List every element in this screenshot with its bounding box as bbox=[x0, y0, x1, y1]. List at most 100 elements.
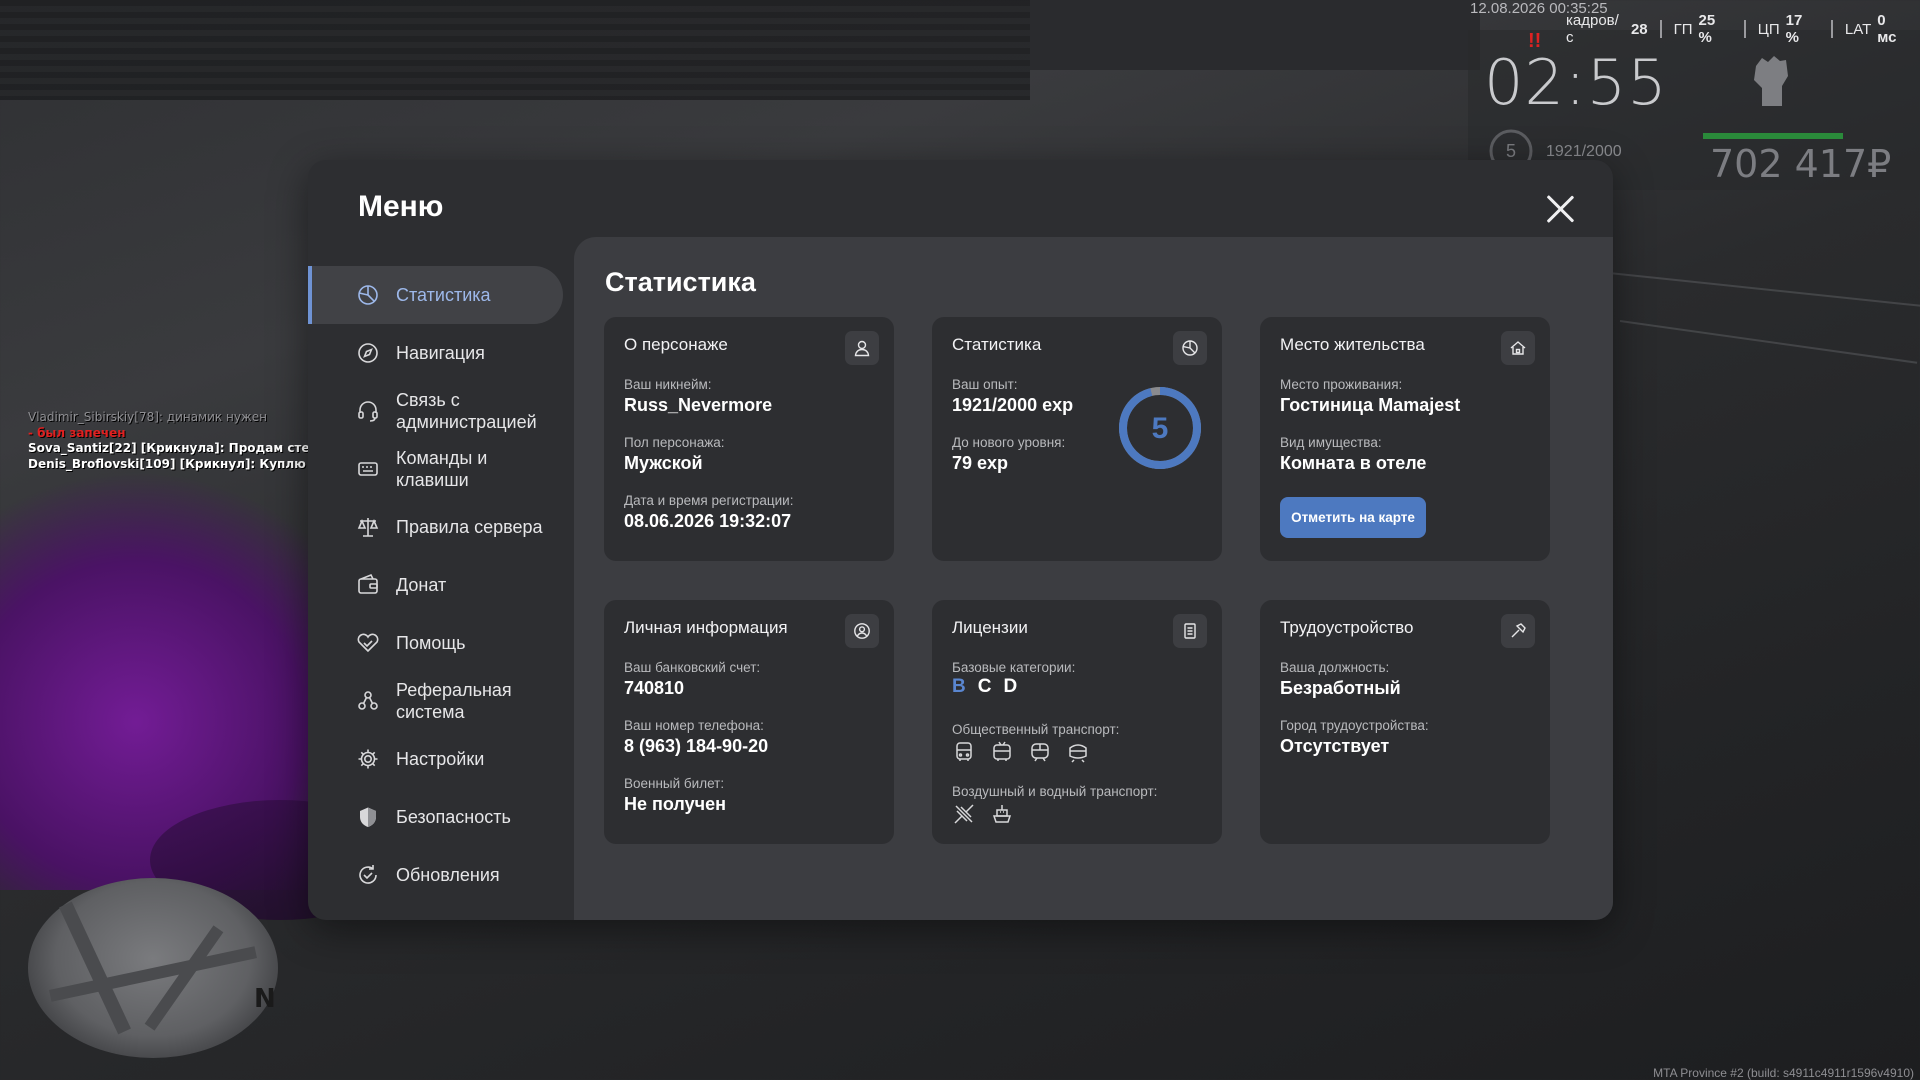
public-transport-icons bbox=[952, 740, 1090, 764]
sidebar-item-help[interactable]: Помощь bbox=[308, 614, 563, 672]
registration-label: Дата и время регистрации: bbox=[624, 493, 794, 508]
residence-place-value: Гостиница Mamajest bbox=[1280, 395, 1461, 415]
air-water-transport-label: Воздушный и водный транспорт: bbox=[952, 784, 1158, 799]
cpu-label: ЦП bbox=[1757, 20, 1780, 38]
card-title: Трудоустройство bbox=[1280, 618, 1414, 637]
sidebar-item-label: Команды и клавиши bbox=[396, 448, 488, 490]
statistics-panel: Статистика О персонаже Ваш никнейм: Russ… bbox=[574, 237, 1613, 920]
residence-place-label: Место проживания: bbox=[1280, 377, 1403, 392]
background-wall bbox=[0, 0, 1030, 100]
minimap-road bbox=[59, 901, 131, 1035]
close-button[interactable] bbox=[1545, 194, 1575, 224]
category-d: D bbox=[1003, 676, 1018, 697]
job-position-value: Безработный bbox=[1280, 678, 1401, 698]
compass-icon bbox=[356, 341, 380, 365]
sidebar-item-label: Обновления bbox=[396, 865, 500, 885]
shield-icon bbox=[356, 805, 380, 829]
license-categories: B C D bbox=[952, 676, 1017, 698]
bank-account-value: 740810 bbox=[624, 678, 685, 698]
phone-label: Ваш номер телефона: bbox=[624, 718, 764, 733]
mark-on-map-button[interactable]: Отметить на карте bbox=[1280, 497, 1426, 538]
job-city-value: Отсутствует bbox=[1280, 736, 1390, 756]
property-type-value: Комната в отеле bbox=[1280, 453, 1427, 473]
experience-label: Ваш опыт: bbox=[952, 377, 1018, 392]
hammer-icon bbox=[1501, 614, 1535, 648]
background-road-line bbox=[1619, 320, 1918, 364]
user-circle-icon bbox=[845, 614, 879, 648]
sidebar-item-label: Безопасность bbox=[396, 807, 511, 827]
fps-value: 28 bbox=[1630, 20, 1648, 38]
residence-card: Место жительства Место проживания: Гости… bbox=[1260, 317, 1550, 561]
background-road-line bbox=[1589, 270, 1920, 308]
sex-label: Пол персонажа: bbox=[624, 435, 725, 450]
sidebar-item-donate[interactable]: Донат bbox=[308, 556, 563, 614]
sidebar-item-navigation[interactable]: Навигация bbox=[308, 324, 563, 382]
sidebar-item-settings[interactable]: Настройки bbox=[308, 730, 563, 788]
menu-sidebar: Статистика Навигация Связь с администрац… bbox=[308, 266, 563, 904]
sidebar-item-label: Донат bbox=[396, 575, 447, 595]
gear-icon bbox=[356, 747, 380, 771]
bank-account-label: Ваш банковский счет: bbox=[624, 660, 761, 675]
air-water-transport-icons bbox=[952, 802, 1014, 826]
chart-icon bbox=[1173, 331, 1207, 365]
lat-label: LAT bbox=[1844, 20, 1872, 38]
phone-value: 8 (963) 184-90-20 bbox=[624, 736, 769, 756]
scales-icon bbox=[356, 515, 380, 539]
sidebar-item-rules[interactable]: Правила сервера bbox=[308, 498, 563, 556]
hud-performance: кадров/с 28 ГП 25 % ЦП 17 % LAT 0 мс bbox=[1566, 12, 1920, 46]
card-title: Статистика bbox=[952, 335, 1042, 354]
sidebar-item-label: Настройки bbox=[396, 749, 485, 769]
level-number: 5 bbox=[1152, 412, 1169, 445]
metro-icon bbox=[1066, 740, 1090, 764]
sex-value: Мужской bbox=[624, 453, 703, 473]
job-position-label: Ваша должность: bbox=[1280, 660, 1390, 675]
hud-gpu: ГП 25 % bbox=[1662, 12, 1746, 46]
trolleybus-icon bbox=[990, 740, 1014, 764]
sidebar-item-label: Реферальная система bbox=[396, 680, 512, 722]
home-icon bbox=[1501, 331, 1535, 365]
category-b: B bbox=[952, 676, 966, 697]
level-progress-ring: 5 bbox=[1119, 387, 1201, 469]
hud-fps: кадров/с 28 bbox=[1566, 12, 1662, 46]
card-title: О персонаже bbox=[624, 335, 728, 354]
sidebar-item-security[interactable]: Безопасность bbox=[308, 788, 563, 846]
property-type-label: Вид имущества: bbox=[1280, 435, 1382, 450]
referral-icon bbox=[356, 689, 380, 713]
keyboard-icon bbox=[356, 457, 380, 481]
lat-value: 0 мс bbox=[1877, 12, 1897, 46]
menu-title: Меню bbox=[358, 190, 444, 223]
card-title: Личная информация bbox=[624, 618, 788, 637]
sidebar-item-label: Связь с администрацией bbox=[396, 390, 537, 432]
page-title: Статистика bbox=[605, 267, 756, 297]
sidebar-item-statistics[interactable]: Статистика bbox=[308, 266, 563, 324]
experience-value: 1921/2000 exp bbox=[952, 395, 1074, 415]
sidebar-item-referral[interactable]: Реферальная система bbox=[308, 672, 563, 730]
base-categories-label: Базовые категории: bbox=[952, 660, 1076, 675]
gpu-value: 25 % bbox=[1698, 12, 1716, 46]
gpu-label: ГП bbox=[1673, 20, 1693, 38]
public-transport-label: Общественный транспорт: bbox=[952, 722, 1120, 737]
registration-value: 08.06.2026 19:32:07 bbox=[624, 511, 792, 531]
chart-icon bbox=[356, 283, 380, 307]
hud-cpu: ЦП 17 % bbox=[1746, 12, 1833, 46]
nickname-value: Russ_Nevermore bbox=[624, 395, 773, 415]
svg-text:5: 5 bbox=[1506, 141, 1516, 161]
minimap-north-icon: N bbox=[254, 984, 276, 1014]
ship-icon bbox=[990, 802, 1014, 826]
experience-card: Статистика Ваш опыт: 1921/2000 exp До но… bbox=[932, 317, 1222, 561]
employment-card: Трудоустройство Ваша должность: Безработ… bbox=[1260, 600, 1550, 844]
hud-health-bar bbox=[1703, 133, 1843, 139]
menu-modal: Меню Статистика Навигация Связь с админи… bbox=[308, 160, 1613, 920]
refresh-icon bbox=[356, 863, 380, 887]
category-c: C bbox=[977, 676, 992, 697]
fist-icon bbox=[1754, 56, 1788, 106]
personal-info-card: Личная информация Ваш банковский счет: 7… bbox=[604, 600, 894, 844]
user-icon bbox=[845, 331, 879, 365]
hud-money: 702 417₽ bbox=[1710, 142, 1892, 186]
sidebar-item-updates[interactable]: Обновления bbox=[308, 846, 563, 904]
sidebar-item-commands[interactable]: Команды и клавиши bbox=[308, 440, 563, 498]
sidebar-item-admin-contact[interactable]: Связь с администрацией bbox=[308, 382, 563, 440]
nickname-label: Ваш никнейм: bbox=[624, 377, 712, 392]
licenses-card: Лицензии Базовые категории: B C D Общест… bbox=[932, 600, 1222, 844]
hud-level-progress: 1921/2000 bbox=[1546, 143, 1622, 160]
